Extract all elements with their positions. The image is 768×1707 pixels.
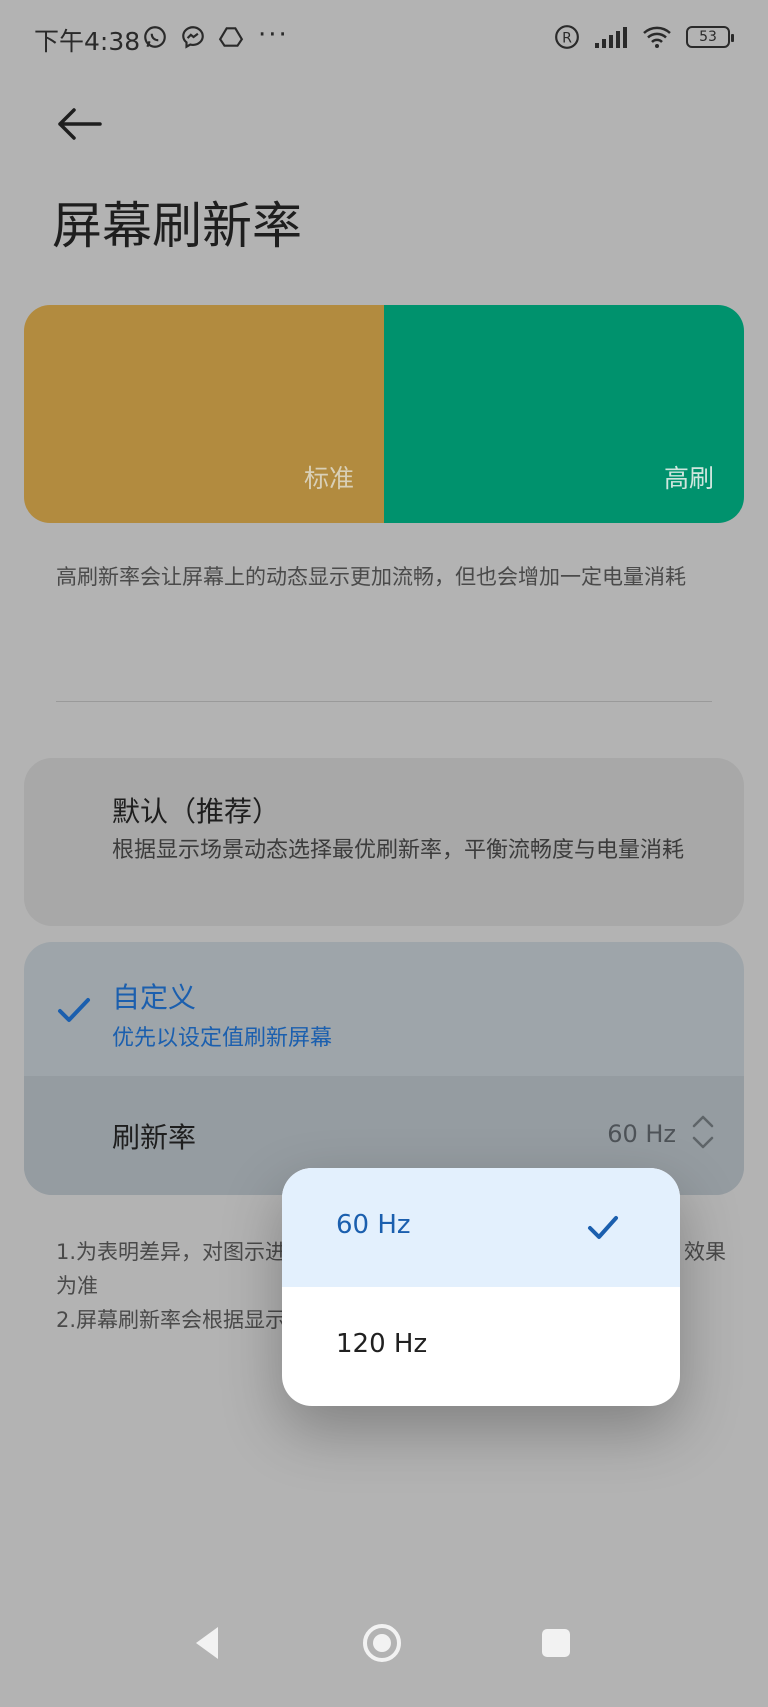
signal-icon — [595, 27, 627, 48]
dropdown-option-60hz[interactable]: 60 Hz — [282, 1168, 680, 1287]
description-text: 高刷新率会让屏幕上的动态显示更加流畅，但也会增加一定电量消耗 — [56, 565, 686, 589]
more-notifications-icon: ··· — [258, 20, 289, 50]
nav-back-icon[interactable] — [186, 1621, 230, 1665]
refresh-rate-settings-page: 下午4:38 ··· R 53 屏幕刷新率 标准 高刷 高刷新率会让屏幕上的动态… — [0, 0, 768, 1707]
page-title: 屏幕刷新率 — [52, 197, 302, 255]
battery-indicator: 53 — [686, 26, 734, 48]
option-default[interactable]: 默认（推荐） 根据显示场景动态选择最优刷新率，平衡流畅度与电量消耗 — [24, 758, 744, 926]
dropdown-option-label: 120 Hz — [336, 1329, 428, 1359]
messenger-icon — [182, 26, 204, 49]
preview-high-label: 高刷 — [663, 464, 714, 493]
wifi-icon — [643, 26, 671, 48]
option-custom-header[interactable]: 自定义 优先以设定值刷新屏幕 — [24, 942, 744, 1076]
check-icon — [58, 998, 90, 1022]
check-icon — [588, 1216, 618, 1239]
dropdown-option-label: 60 Hz — [336, 1210, 411, 1240]
note-line-1-end: 效果 — [684, 1240, 726, 1264]
refresh-rate-dropdown: 60 Hz 120 Hz — [282, 1168, 680, 1406]
refresh-rate-value: 60 Hz — [607, 1120, 676, 1148]
navigation-bar — [0, 1577, 768, 1707]
nav-home-icon[interactable] — [360, 1621, 404, 1665]
preview-high: 高刷 — [384, 305, 744, 523]
svg-text:R: R — [562, 30, 572, 46]
option-default-title: 默认（推荐） — [112, 795, 281, 828]
status-system-icons: R 53 — [554, 24, 734, 50]
refresh-rate-label: 刷新率 — [112, 1121, 197, 1154]
preview-standard-label: 标准 — [303, 464, 354, 493]
chevron-up-down-icon[interactable] — [690, 1112, 716, 1152]
status-notification-icons — [142, 24, 244, 50]
status-time: 下午4:38 — [34, 27, 141, 56]
dropdown-option-120hz[interactable]: 120 Hz — [282, 1287, 680, 1406]
nav-recents-icon[interactable] — [534, 1621, 578, 1665]
divider — [56, 701, 712, 702]
back-arrow-icon[interactable] — [52, 96, 108, 152]
drive-icon — [218, 27, 244, 47]
option-custom-title: 自定义 — [112, 981, 197, 1014]
option-default-subtitle: 根据显示场景动态选择最优刷新率，平衡流畅度与电量消耗 — [112, 838, 685, 863]
preview-standard: 标准 — [24, 305, 384, 523]
note-line-1-start: 1.为表明差异，对图示进 — [56, 1240, 287, 1264]
refresh-rate-preview: 标准 高刷 — [24, 305, 744, 523]
registered-icon: R — [555, 25, 579, 49]
option-custom-subtitle: 优先以设定值刷新屏幕 — [112, 1026, 333, 1051]
option-custom: 自定义 优先以设定值刷新屏幕 刷新率 60 Hz — [24, 942, 744, 1195]
status-bar: 下午4:38 ··· R 53 — [0, 0, 768, 80]
whatsapp-icon — [144, 26, 166, 48]
